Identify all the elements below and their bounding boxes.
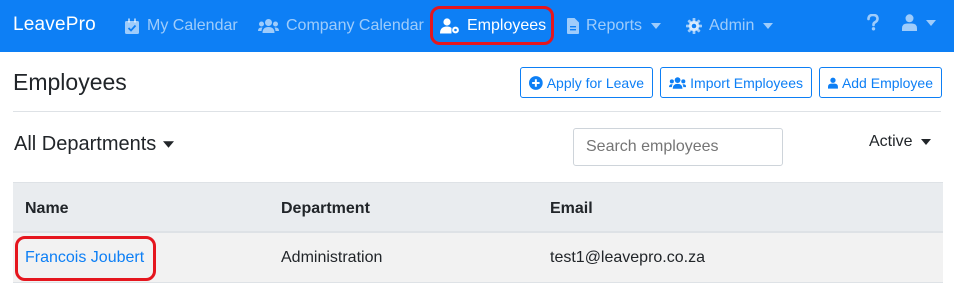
nav-company-calendar[interactable]: Company Calendar <box>258 14 424 38</box>
caret-down-icon <box>651 23 662 29</box>
employees-nav-highlight <box>430 6 554 45</box>
help-button[interactable] <box>867 14 879 31</box>
caret-down-icon <box>926 19 936 26</box>
nav-reports[interactable]: Reports <box>567 14 668 38</box>
file-icon <box>567 18 579 34</box>
nav-my-calendar-label: My Calendar <box>147 17 238 34</box>
nav-admin[interactable]: Admin <box>686 14 780 38</box>
add-employee-label: Add Employee <box>841 74 933 91</box>
column-header-department[interactable]: Department <box>281 200 370 218</box>
add-employee-button[interactable]: Add Employee <box>819 67 942 98</box>
apply-for-leave-button[interactable]: Apply for Leave <box>520 67 653 98</box>
caret-down-icon <box>163 141 175 148</box>
department-filter-label: All Departments <box>14 133 157 155</box>
column-header-email[interactable]: Email <box>550 200 593 218</box>
brand-logo[interactable]: LeavePro <box>13 14 96 36</box>
column-header-name[interactable]: Name <box>25 200 69 218</box>
department-filter-dropdown[interactable]: All Departments <box>14 133 175 156</box>
nav-company-calendar-label: Company Calendar <box>286 17 424 34</box>
status-filter-dropdown[interactable]: Active <box>869 133 931 151</box>
employee-department: Administration <box>281 249 383 266</box>
search-input[interactable] <box>573 128 783 166</box>
plus-circle-icon <box>529 75 543 90</box>
nav-admin-label: Admin <box>709 17 755 34</box>
user-icon <box>828 77 838 89</box>
nav-my-calendar[interactable]: My Calendar <box>124 14 238 38</box>
employee-email: test1@leavepro.co.za <box>550 249 705 266</box>
employee-name-highlight <box>15 236 156 281</box>
import-employees-label: Import Employees <box>690 74 803 91</box>
table-header: Name Department Email <box>13 182 943 233</box>
status-filter-label: Active <box>869 133 913 150</box>
gear-icon <box>686 18 702 34</box>
apply-for-leave-label: Apply for Leave <box>546 74 644 91</box>
question-icon <box>867 14 879 31</box>
header-divider <box>13 111 941 112</box>
caret-down-icon <box>920 139 931 145</box>
import-employees-button[interactable]: Import Employees <box>660 67 812 98</box>
user-menu[interactable] <box>902 14 936 31</box>
page-title: Employees <box>13 69 127 95</box>
calendar-check-icon <box>125 18 139 34</box>
caret-down-icon <box>763 23 774 29</box>
nav-reports-label: Reports <box>586 17 643 34</box>
user-icon <box>902 14 917 31</box>
users-icon <box>258 19 279 33</box>
users-icon <box>669 76 687 89</box>
